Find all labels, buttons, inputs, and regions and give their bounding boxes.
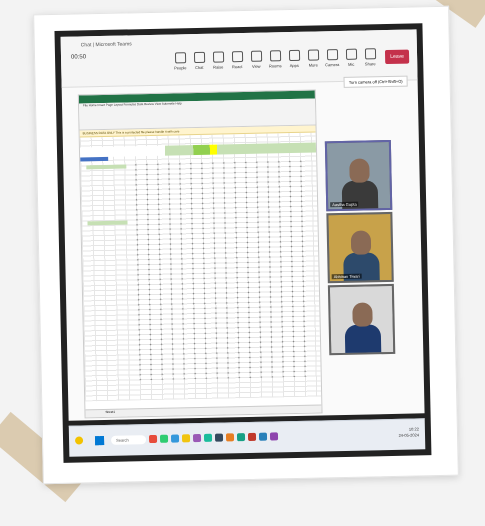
people-button[interactable]: People [171, 52, 189, 74]
leave-button[interactable]: Leave [384, 49, 410, 65]
toolbar-label: Chat [194, 64, 204, 71]
taskbar-app-icon[interactable] [181, 434, 191, 443]
cell-marks [130, 158, 315, 381]
participant-tile[interactable]: Aastha Gupta [324, 139, 393, 212]
taskbar-app-icon[interactable] [258, 432, 268, 441]
camera-icon [326, 49, 338, 61]
participant-tile[interactable]: Abhinav Tiwari [326, 211, 394, 284]
teams-window: Chat | Microsoft Teams 00:50 People Chat R… [60, 29, 425, 421]
participant-tile[interactable] [327, 283, 396, 356]
taskbar-app-icon[interactable] [159, 434, 169, 443]
person-head [352, 302, 373, 327]
apps-icon [288, 49, 300, 62]
mic-icon [345, 48, 357, 60]
teams-meeting-bar: Chat | Microsoft Teams 00:50 People Chat R… [60, 29, 418, 88]
toolbar-label: Rooms [268, 63, 282, 69]
rooms-button[interactable]: Rooms [266, 50, 284, 72]
toolbar-label: Share [364, 61, 376, 67]
taskbar-app-icon[interactable] [203, 433, 213, 442]
shared-spreadsheet[interactable]: File Home Insert Page Layout Formulas Da… [77, 89, 323, 419]
toolbar-label: More [308, 62, 318, 68]
person-body [344, 324, 382, 355]
participant-name: Aastha Gupta [330, 201, 359, 208]
windows-taskbar: Search 10:22 24-05-2024 [68, 418, 426, 457]
section-highlight [87, 220, 128, 226]
taskbar-app-icon[interactable] [247, 432, 257, 441]
photo-scene: Chat | Microsoft Teams 00:50 People Chat R… [0, 0, 485, 526]
taskbar-search[interactable]: Search [110, 435, 147, 445]
taskbar-app-icon[interactable] [192, 433, 202, 443]
toolbar-label: Mic [348, 61, 355, 67]
pinned-apps [69, 419, 425, 444]
taskbar-app-icon[interactable] [225, 433, 235, 442]
person-head [350, 230, 372, 255]
toolbar-label: Camera [325, 62, 340, 68]
participant-name: Abhinav Tiwari [331, 273, 362, 280]
photo-frame: Chat | Microsoft Teams 00:50 People Chat R… [33, 5, 459, 485]
weather-icon[interactable] [74, 436, 84, 445]
toolbar-label: Raise [213, 64, 224, 70]
view-button[interactable]: View [247, 50, 265, 73]
sheet-tab[interactable]: Sheet1 [85, 404, 322, 418]
taskbar-app-icon[interactable] [170, 434, 180, 443]
more-button[interactable]: More [304, 49, 322, 71]
react-button[interactable]: React [228, 51, 246, 73]
header-row [79, 142, 317, 158]
chat-icon [193, 51, 205, 64]
share-icon [364, 48, 376, 60]
more-icon [307, 49, 319, 61]
view-icon [250, 50, 262, 62]
raise-hand-icon [212, 51, 224, 63]
window-title: Chat | Microsoft Teams [80, 41, 132, 49]
people-icon [174, 52, 186, 64]
clock-date: 24-05-2024 [398, 432, 420, 438]
rooms-icon [269, 50, 281, 62]
apps-button[interactable]: Apps [285, 49, 303, 72]
taskbar-app-icon[interactable] [236, 433, 246, 442]
cell-grid[interactable] [79, 132, 322, 402]
camera-tooltip: Turn camera off (Ctrl+Shift+O) [343, 75, 408, 88]
meeting-timer: 00:50 [70, 54, 87, 61]
section-highlight [86, 164, 127, 170]
taskbar-app-icon[interactable] [269, 432, 279, 441]
mic-button[interactable]: Mic [342, 48, 360, 71]
camera-button[interactable]: Camera [323, 49, 341, 71]
taskbar-app-icon[interactable] [148, 434, 158, 444]
toolbar-label: React [231, 64, 243, 70]
person-head [349, 158, 370, 183]
toolbar-label: Apps [289, 62, 299, 69]
react-icon [231, 51, 243, 63]
windows-start-icon[interactable] [94, 436, 105, 446]
chat-button[interactable]: Chat [190, 51, 208, 74]
monitor-screen: Chat | Microsoft Teams 00:50 People Chat R… [54, 23, 432, 463]
share-button[interactable]: Share [361, 48, 379, 70]
raise-button[interactable]: Raise [209, 51, 227, 73]
system-clock[interactable]: 10:22 24-05-2024 [398, 426, 419, 438]
toolbar-label: People [173, 65, 187, 71]
toolbar-label: View [251, 63, 261, 69]
meeting-toolbar: People Chat Raise React View Rooms Apps More Cam… [61, 29, 417, 70]
taskbar-app-icon[interactable] [214, 433, 224, 442]
column-heading-block [80, 156, 109, 162]
